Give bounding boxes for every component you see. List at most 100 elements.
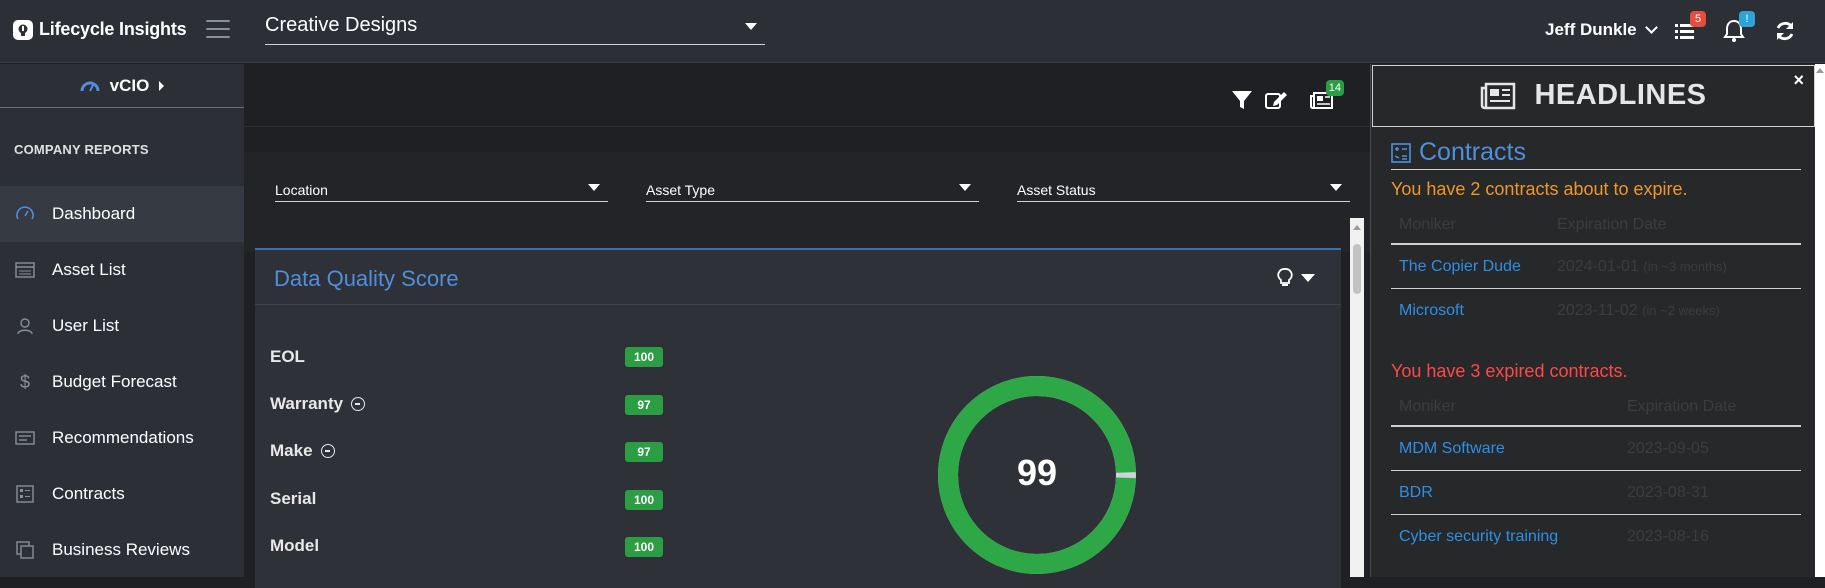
sidebar-item-label: User List: [52, 316, 120, 335]
alerts-badge: !: [1739, 11, 1755, 27]
sidebar-item-asset-list[interactable]: Asset List: [0, 242, 244, 298]
expiring-note: You have 2 contracts about to expire.: [1391, 179, 1688, 199]
vcio-switcher[interactable]: vCIO: [0, 64, 244, 108]
moniker-header: Moniker: [1399, 216, 1456, 233]
copy-icon: [14, 541, 36, 559]
score-pill: 100: [625, 490, 663, 510]
headlines-panel: HEADLINES × Contracts You have 2 contrac…: [1370, 64, 1815, 577]
caret-down-icon: [588, 184, 600, 191]
expand-circle-icon[interactable]: [351, 397, 366, 411]
table-row: MDM Software 2023-09-05: [1391, 427, 1801, 471]
dashboard-gauge-icon: [80, 81, 100, 91]
user-icon: [14, 317, 36, 335]
score-pill: 100: [625, 347, 663, 367]
table-row: Cyber security training 2023-08-16: [1391, 515, 1801, 559]
expiration-header: Expiration Date: [1557, 216, 1667, 233]
score-row-make[interactable]: Make: [270, 439, 335, 463]
table-header: Moniker Expiration Date: [1391, 389, 1801, 427]
score-label: Warranty: [270, 394, 344, 413]
asset-type-filter[interactable]: Asset Type: [646, 172, 979, 202]
sidebar-item-business-reviews[interactable]: Business Reviews: [0, 522, 244, 578]
lightbulb-icon[interactable]: [1277, 268, 1293, 288]
sidebar-item-budget-forecast[interactable]: $ Budget Forecast: [0, 354, 244, 410]
location-filter-label: Location: [275, 182, 328, 198]
edit-icon[interactable]: [1264, 88, 1288, 112]
contract-link[interactable]: MDM Software: [1391, 440, 1627, 458]
contract-link[interactable]: BDR: [1391, 484, 1627, 502]
section-label: COMPANY REPORTS: [14, 142, 149, 157]
score-row-serial: Serial: [270, 487, 316, 511]
sidebar-item-label: Dashboard: [52, 204, 136, 223]
score-row-eol: EOL: [270, 345, 305, 369]
moniker-header: Moniker: [1399, 398, 1456, 415]
score-label: EOL: [270, 347, 305, 366]
close-icon[interactable]: ×: [1793, 70, 1804, 91]
sidebar-item-recommendations[interactable]: Recommendations: [0, 410, 244, 466]
main-content: 14 Location Asset Type Asset Status Data…: [244, 64, 1370, 588]
headlines-title-text: HEADLINES: [1534, 79, 1707, 111]
table-row: Microsoft 2023-11-02 (in ~2 weeks): [1391, 289, 1801, 333]
tasks-badge: 5: [1690, 11, 1706, 27]
asset-type-filter-label: Asset Type: [646, 182, 716, 198]
collapse-caret-icon[interactable]: [1301, 274, 1315, 282]
contracts-title: Contracts: [1419, 138, 1526, 166]
scroll-up-icon[interactable]: [1353, 225, 1361, 230]
filter-icon[interactable]: [1230, 88, 1254, 112]
vcio-label: vCIO: [109, 75, 150, 95]
score-row-model: Model: [270, 534, 319, 558]
sidebar-item-label: Asset List: [52, 260, 126, 279]
app-logo[interactable]: Lifecycle Insights: [13, 19, 187, 40]
contract-link[interactable]: Microsoft: [1391, 302, 1557, 320]
contracts-icon: [1391, 142, 1411, 163]
expiration-date: 2023-11-02 (in ~2 weeks): [1557, 302, 1720, 319]
content-scrollbar[interactable]: [1350, 218, 1364, 577]
filters-bar: Location Asset Type Asset Status: [244, 152, 1370, 252]
caret-down-icon: [745, 23, 757, 30]
scroll-up-icon[interactable]: [1816, 68, 1824, 73]
company-selector[interactable]: Creative Designs: [265, 14, 765, 45]
sidebar-item-user-list[interactable]: User List: [0, 298, 244, 354]
page-scrollbar[interactable]: [1815, 64, 1825, 577]
table-row: BDR 2023-08-31: [1391, 471, 1801, 515]
caret-down-icon: [959, 184, 971, 191]
tasks-icon[interactable]: 5: [1672, 11, 1706, 44]
contracts-section-header[interactable]: Contracts: [1391, 136, 1801, 170]
bell-icon[interactable]: !: [1721, 11, 1755, 44]
gauge-icon: [14, 205, 36, 223]
user-name: Jeff Dunkle: [1545, 20, 1637, 39]
expiring-table: Moniker Expiration Date The Copier Dude …: [1391, 207, 1801, 333]
scrollbar-thumb[interactable]: [1353, 244, 1361, 294]
sidebar-item-contracts[interactable]: Contracts: [0, 466, 244, 522]
list-icon: [14, 261, 36, 279]
score-label: Serial: [270, 489, 317, 508]
menu-toggle-icon[interactable]: [206, 20, 230, 40]
headlines-toggle-icon[interactable]: 14: [1310, 80, 1344, 112]
newspaper-icon: [1481, 82, 1516, 109]
score-pill: 97: [625, 442, 663, 462]
location-filter[interactable]: Location: [275, 172, 608, 202]
contract-link[interactable]: Cyber security training: [1391, 528, 1627, 546]
score-label: Model: [270, 536, 320, 555]
refresh-icon[interactable]: [1772, 18, 1798, 44]
headlines-badge: 14: [1325, 80, 1344, 96]
caret-down-icon: [1330, 184, 1342, 191]
expiration-date: 2024-01-01 (in ~3 months): [1557, 257, 1727, 275]
card-header: Data Quality Score: [255, 250, 1341, 305]
user-menu[interactable]: Jeff Dunkle: [1545, 20, 1658, 40]
sidebar: vCIO COMPANY REPORTS Dashboard Asset Lis…: [0, 64, 244, 577]
expired-table: Moniker Expiration Date MDM Software 202…: [1391, 389, 1801, 559]
company-name: Creative Designs: [265, 14, 418, 36]
score-pill: 97: [625, 395, 663, 415]
expand-circle-icon[interactable]: [320, 444, 335, 458]
caret-right-icon: [159, 80, 165, 91]
contract-link[interactable]: The Copier Dude: [1391, 258, 1557, 276]
recommendations-icon: [14, 429, 36, 447]
sidebar-item-dashboard[interactable]: Dashboard: [0, 186, 244, 242]
asset-status-filter[interactable]: Asset Status: [1017, 172, 1350, 202]
expiration-date: 2023-09-05: [1627, 439, 1709, 457]
headlines-header: HEADLINES ×: [1372, 65, 1815, 127]
sidebar-item-label: Business Reviews: [52, 540, 190, 559]
app-name: Lifecycle Insights: [39, 19, 187, 39]
expiration-date: 2023-08-16: [1627, 528, 1709, 545]
score-row-warranty[interactable]: Warranty: [270, 392, 366, 416]
